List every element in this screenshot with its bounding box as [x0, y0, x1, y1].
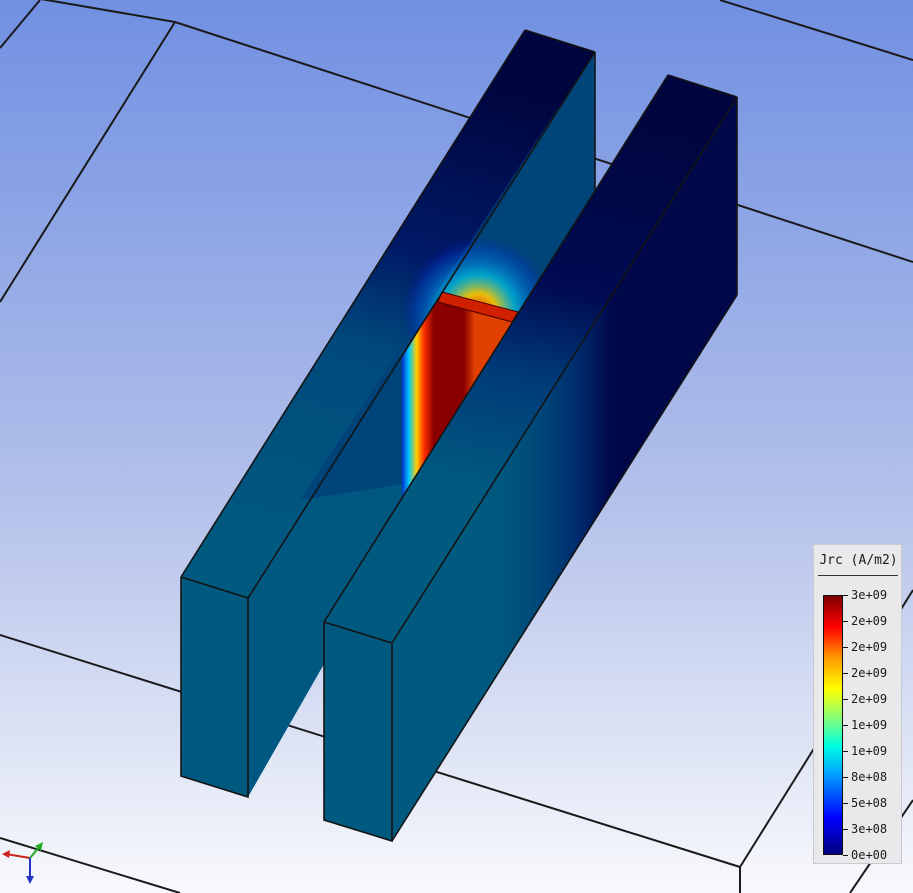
colorbar-tick-mark: [843, 673, 848, 674]
colorbar-tick-label: 2e+09: [851, 692, 888, 706]
colorbar-tick-label: 3e+08: [851, 822, 888, 836]
legend-title: Jrc (A/m2): [819, 553, 898, 568]
colorbar-tick-label: 2e+09: [851, 666, 888, 680]
colorbar-tick-mark: [843, 595, 848, 596]
colorbar-legend: Jrc (A/m2) 3e+09 2e+09 2e+09 2e+09 2e+09 1e+0…: [813, 544, 902, 864]
colorbar-tick-label: 1e+09: [851, 718, 888, 732]
colorbar-tick-label: 5e+08: [851, 796, 888, 810]
colorbar-tick-mark: [843, 751, 848, 752]
colorbar-tick-label: 8e+08: [851, 770, 888, 784]
colorbar-tick-mark: [843, 647, 848, 648]
colorbar-tick-mark: [843, 725, 848, 726]
colorbar-tick-label: 3e+09: [851, 588, 888, 602]
right-slab-front-face: [324, 622, 392, 841]
colorbar-tick-label: 1e+09: [851, 744, 888, 758]
colorbar-tick-label: 2e+09: [851, 614, 888, 628]
colorbar-tick-label: 0e+00: [851, 848, 888, 862]
colorbar-tick-mark: [843, 699, 848, 700]
colorbar-tick-label: 2e+09: [851, 640, 888, 654]
3d-viewport[interactable]: [0, 0, 913, 893]
colorbar-tick-mark: [843, 803, 848, 804]
left-slab-front-face: [181, 577, 248, 797]
legend-divider: [818, 575, 898, 576]
colorbar-tick-mark: [843, 855, 848, 856]
colorbar-tick-mark: [843, 777, 848, 778]
colorbar-tick-mark: [843, 621, 848, 622]
colorbar-gradient: [823, 595, 843, 855]
colorbar-tick-mark: [843, 829, 848, 830]
